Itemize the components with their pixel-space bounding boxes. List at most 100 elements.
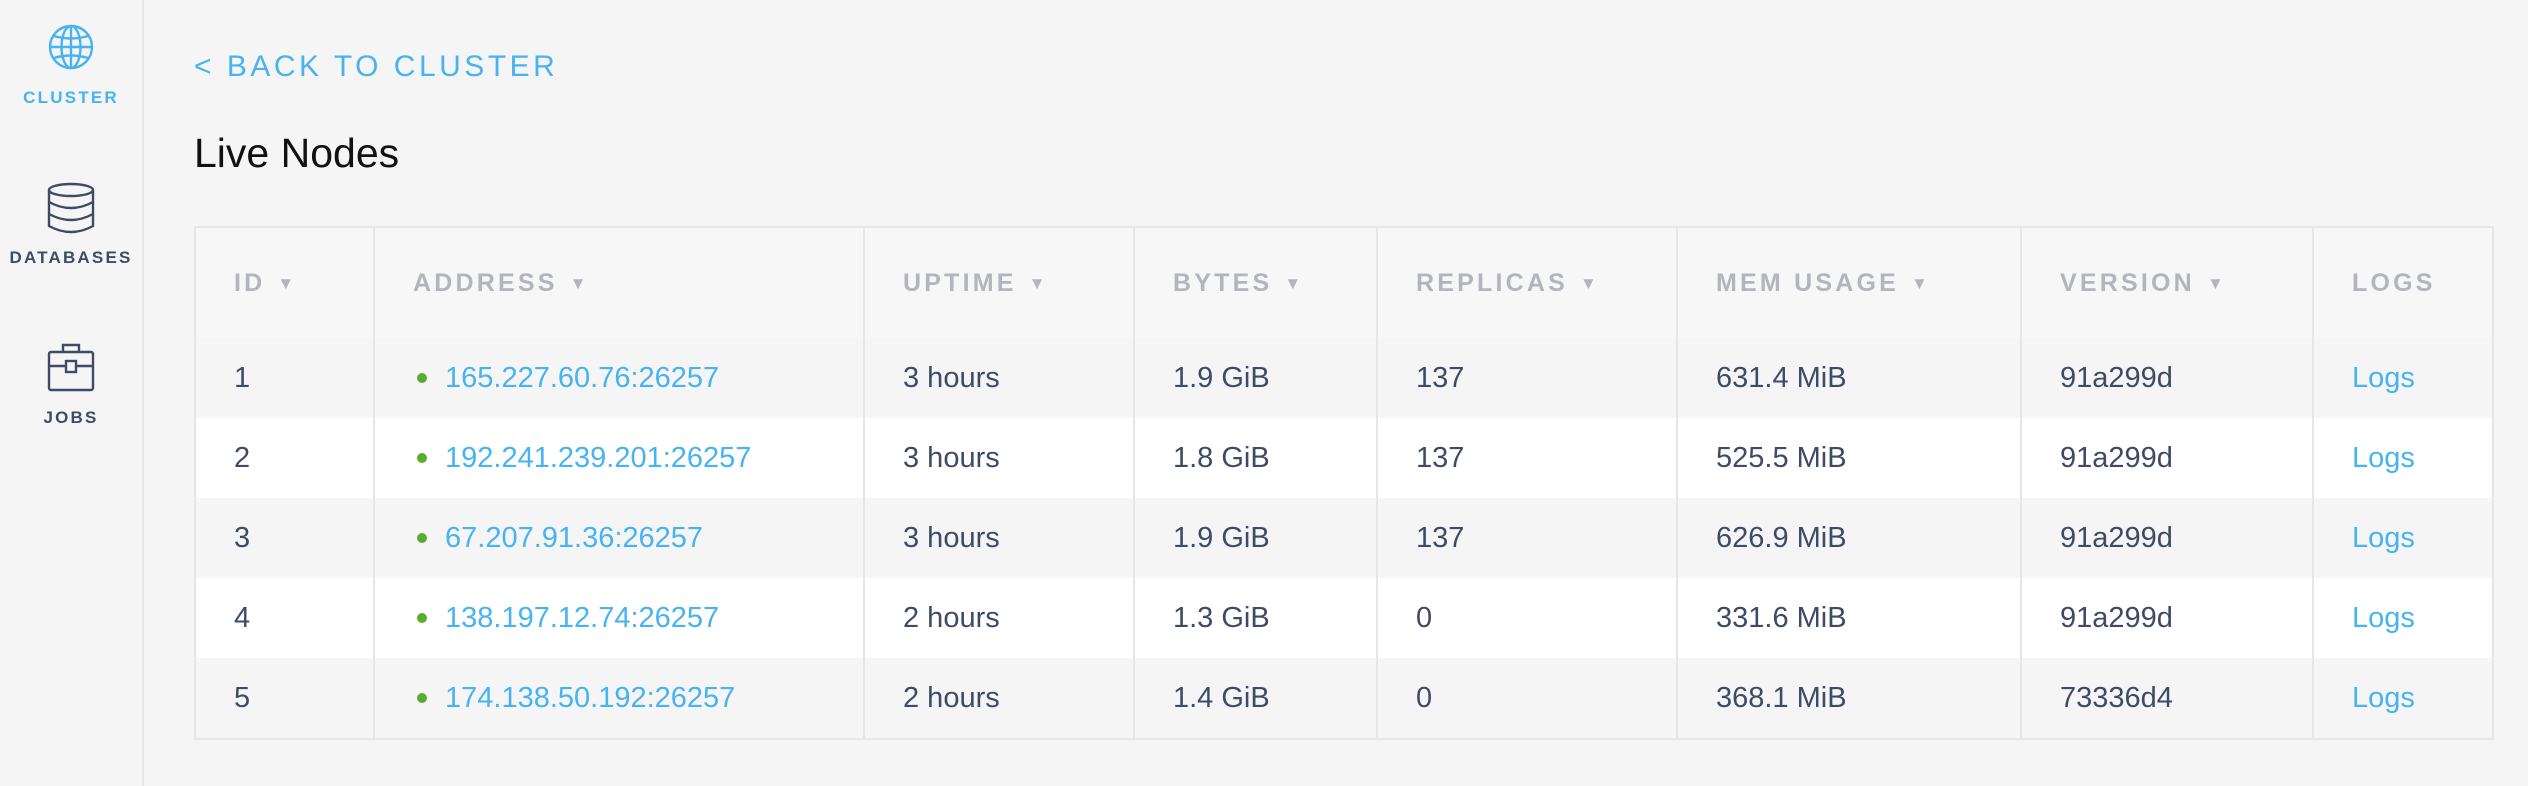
sort-caret-icon: ▼ <box>1910 273 1928 293</box>
replicas-cell: 137 <box>1377 498 1678 578</box>
node-address-link[interactable]: 192.241.239.201:26257 <box>445 442 751 474</box>
logs-link[interactable]: Logs <box>2352 442 2415 474</box>
main-content: < BACK TO CLUSTER Live Nodes ID ▼ ADDRES… <box>144 0 2528 786</box>
sidebar-item-databases[interactable]: DATABASES <box>0 182 142 302</box>
logs-cell: Logs <box>2313 498 2492 578</box>
column-header-bytes[interactable]: BYTES ▼ <box>1134 228 1378 338</box>
column-header-replicas[interactable]: REPLICAS ▼ <box>1377 228 1678 338</box>
bytes-cell: 1.8 GiB <box>1134 418 1378 498</box>
status-dot-icon <box>417 452 427 463</box>
status-dot-icon <box>417 692 427 703</box>
sort-caret-icon: ▼ <box>1284 273 1302 293</box>
briefcase-icon <box>46 342 96 394</box>
column-header-version[interactable]: VERSION ▼ <box>2021 228 2314 338</box>
uptime-cell: 2 hours <box>864 578 1135 658</box>
logs-link[interactable]: Logs <box>2352 682 2415 714</box>
logs-link[interactable]: Logs <box>2352 522 2415 554</box>
sidebar-item-label: CLUSTER <box>23 88 119 107</box>
column-header-label: REPLICAS <box>1416 268 1569 297</box>
nodes-table-container: ID ▼ ADDRESS ▼ UPTIME ▼ BYTES ▼ REPLICAS ▼ ME… <box>194 226 2494 740</box>
uptime-cell: 3 hours <box>864 418 1135 498</box>
version-cell: 91a299d <box>2021 418 2314 498</box>
table-row: 5 174.138.50.192:26257 2 hours 1.4 GiB 0… <box>196 658 2492 738</box>
logs-link[interactable]: Logs <box>2352 362 2415 394</box>
replicas-cell: 0 <box>1377 658 1678 738</box>
bytes-cell: 1.9 GiB <box>1134 498 1378 578</box>
uptime-cell: 2 hours <box>864 658 1135 738</box>
mem-usage-cell: 626.9 MiB <box>1677 498 2022 578</box>
node-address-cell: 67.207.91.36:26257 <box>374 498 865 578</box>
mem-usage-cell: 368.1 MiB <box>1677 658 2022 738</box>
logs-cell: Logs <box>2313 418 2492 498</box>
sort-caret-icon: ▼ <box>1028 273 1046 293</box>
node-address-link[interactable]: 67.207.91.36:26257 <box>445 522 703 554</box>
sort-caret-icon: ▼ <box>2206 273 2224 293</box>
sidebar: CLUSTER DATABASES JOBS <box>0 0 144 786</box>
column-header-label: BYTES <box>1173 268 1273 297</box>
version-cell: 91a299d <box>2021 338 2314 418</box>
status-dot-icon <box>417 372 427 383</box>
node-address-link[interactable]: 174.138.50.192:26257 <box>445 682 735 714</box>
nodes-table: ID ▼ ADDRESS ▼ UPTIME ▼ BYTES ▼ REPLICAS ▼ ME… <box>196 228 2492 738</box>
node-address-cell: 165.227.60.76:26257 <box>374 338 865 418</box>
logs-link[interactable]: Logs <box>2352 602 2415 634</box>
node-address-cell: 174.138.50.192:26257 <box>374 658 865 738</box>
bytes-cell: 1.9 GiB <box>1134 338 1378 418</box>
version-cell: 73336d4 <box>2021 658 2314 738</box>
replicas-cell: 0 <box>1377 578 1678 658</box>
logs-cell: Logs <box>2313 658 2492 738</box>
replicas-cell: 137 <box>1377 418 1678 498</box>
page-title: Live Nodes <box>194 130 400 176</box>
column-header-label: VERSION <box>2060 268 2195 297</box>
node-id-cell: 4 <box>196 578 375 658</box>
globe-icon <box>46 22 96 72</box>
node-address-cell: 138.197.12.74:26257 <box>374 578 865 658</box>
column-header-mem-usage[interactable]: MEM USAGE ▼ <box>1677 228 2022 338</box>
table-row: 2 192.241.239.201:26257 3 hours 1.8 GiB … <box>196 418 2492 498</box>
database-icon <box>46 182 96 234</box>
node-id-cell: 5 <box>196 658 375 738</box>
table-header-row: ID ▼ ADDRESS ▼ UPTIME ▼ BYTES ▼ REPLICAS ▼ ME… <box>196 228 2492 338</box>
sort-caret-icon: ▼ <box>569 273 587 293</box>
logs-cell: Logs <box>2313 578 2492 658</box>
status-dot-icon <box>417 612 427 623</box>
sidebar-item-label: DATABASES <box>9 248 133 267</box>
node-address-link[interactable]: 165.227.60.76:26257 <box>445 362 719 394</box>
uptime-cell: 3 hours <box>864 338 1135 418</box>
column-header-uptime[interactable]: UPTIME ▼ <box>864 228 1135 338</box>
bytes-cell: 1.3 GiB <box>1134 578 1378 658</box>
uptime-cell: 3 hours <box>864 498 1135 578</box>
logs-cell: Logs <box>2313 338 2492 418</box>
column-header-label: UPTIME <box>903 268 1017 297</box>
mem-usage-cell: 331.6 MiB <box>1677 578 2022 658</box>
back-to-cluster-link[interactable]: < BACK TO CLUSTER <box>194 50 558 84</box>
status-dot-icon <box>417 532 427 543</box>
mem-usage-cell: 631.4 MiB <box>1677 338 2022 418</box>
node-address-cell: 192.241.239.201:26257 <box>374 418 865 498</box>
column-header-label: ADDRESS <box>413 268 558 297</box>
column-header-label: LOGS <box>2352 268 2436 297</box>
node-id-cell: 2 <box>196 418 375 498</box>
column-header-id[interactable]: ID ▼ <box>196 228 375 338</box>
app-root: CLUSTER DATABASES JOBS < BACK TO CLUSTER… <box>0 0 2528 786</box>
node-id-cell: 1 <box>196 338 375 418</box>
column-header-label: MEM USAGE <box>1716 268 1899 297</box>
sort-caret-icon: ▼ <box>277 273 295 293</box>
sidebar-item-jobs[interactable]: JOBS <box>0 342 142 462</box>
sidebar-item-label: JOBS <box>43 408 99 427</box>
node-address-link[interactable]: 138.197.12.74:26257 <box>445 602 719 634</box>
node-id-cell: 3 <box>196 498 375 578</box>
column-header-label: ID <box>234 268 266 297</box>
column-header-logs: LOGS <box>2313 228 2492 338</box>
table-row: 3 67.207.91.36:26257 3 hours 1.9 GiB 137… <box>196 498 2492 578</box>
version-cell: 91a299d <box>2021 578 2314 658</box>
replicas-cell: 137 <box>1377 338 1678 418</box>
bytes-cell: 1.4 GiB <box>1134 658 1378 738</box>
column-header-address[interactable]: ADDRESS ▼ <box>374 228 865 338</box>
version-cell: 91a299d <box>2021 498 2314 578</box>
sort-caret-icon: ▼ <box>1580 273 1597 293</box>
sidebar-item-cluster[interactable]: CLUSTER <box>0 22 142 142</box>
table-row: 4 138.197.12.74:26257 2 hours 1.3 GiB 0 … <box>196 578 2492 658</box>
mem-usage-cell: 525.5 MiB <box>1677 418 2022 498</box>
table-row: 1 165.227.60.76:26257 3 hours 1.9 GiB 13… <box>196 338 2492 418</box>
